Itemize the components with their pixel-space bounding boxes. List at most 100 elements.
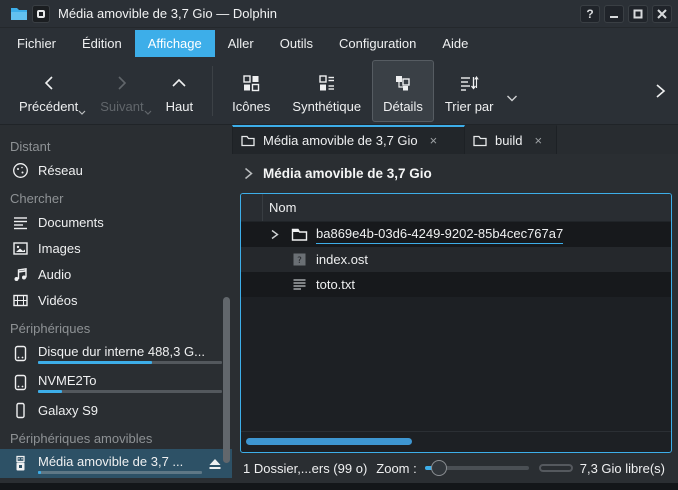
menu-fichier[interactable]: Fichier [4, 30, 69, 57]
free-space-label: 7,3 Gio libre(s) [580, 461, 665, 476]
usb-drive-icon [12, 455, 29, 472]
chevron-down-icon [144, 110, 152, 115]
sidebar-scrollbar[interactable] [223, 297, 230, 463]
sidebar-item-nvme2to[interactable]: NVME2To [0, 368, 232, 397]
minimize-button[interactable] [604, 5, 624, 23]
hard-drive-icon [12, 345, 29, 362]
compact-view-button[interactable]: Synthétique [281, 60, 372, 122]
toolbar-separator [212, 66, 213, 116]
capacity-bar [539, 464, 573, 472]
sidebar-item-audio[interactable]: Audio [0, 261, 232, 287]
expander-chevron-icon[interactable] [269, 228, 280, 241]
section-header-distant: Distant [0, 131, 232, 157]
disk-usage-bar [38, 361, 222, 364]
folder-icon [473, 135, 487, 147]
icons-view-icon [242, 71, 260, 95]
folder-icon [241, 135, 255, 147]
back-button[interactable]: Précédent [8, 60, 89, 122]
sidebar-item-disque-dur-interne[interactable]: Disque dur interne 488,3 G... [0, 339, 232, 368]
sidebar-item-documents[interactable]: Documents [0, 209, 232, 235]
menu-outils[interactable]: Outils [267, 30, 326, 57]
column-header-nom[interactable]: Nom [263, 200, 296, 215]
tab-media-amovible[interactable]: Média amovible de 3,7 Gio × [232, 125, 465, 154]
sort-by-button[interactable]: Trier par [434, 60, 505, 122]
file-row-index-ost[interactable]: ? index.ost [241, 247, 671, 272]
details-view-button[interactable]: Détails [372, 60, 434, 122]
maximize-button[interactable] [628, 5, 648, 23]
disk-usage-bar [38, 390, 222, 393]
section-header-peripheriques-amovibles: Périphériques amovibles [0, 423, 232, 449]
window-title: Média amovible de 3,7 Gio — Dolphin [58, 6, 576, 21]
zoom-slider[interactable] [425, 460, 529, 476]
toolbar-overflow-icon[interactable] [651, 79, 670, 103]
file-view: Nom ba869e4b-03d6-4249-9202-85b4cec767a7 [240, 193, 672, 453]
up-button[interactable]: Haut [155, 60, 204, 122]
file-name[interactable]: ba869e4b-03d6-4249-9202-85b4cec767a7 [316, 225, 563, 244]
file-row-toto-txt[interactable]: toto.txt [241, 272, 671, 297]
smartphone-icon [12, 402, 29, 419]
chevron-right-icon[interactable] [244, 167, 253, 180]
compact-view-icon [318, 71, 336, 95]
items-summary: 1 Dossier,...ers (99 o) [243, 461, 367, 476]
statusbar: 1 Dossier,...ers (99 o) Zoom : 7,3 Gio l… [232, 453, 678, 483]
sidebar-item-galaxy-s9[interactable]: Galaxy S9 [0, 397, 232, 423]
expander-column [241, 194, 263, 221]
chevron-down-icon [78, 110, 86, 115]
disk-usage-bar [38, 471, 202, 474]
file-rows: ba869e4b-03d6-4249-9202-85b4cec767a7 ? i… [241, 222, 671, 431]
section-header-chercher: Chercher [0, 183, 232, 209]
sort-caret-icon[interactable] [506, 95, 518, 102]
svg-text:?: ? [297, 256, 302, 266]
zoom-label: Zoom : [376, 461, 416, 476]
sidebar-item-images[interactable]: Images [0, 235, 232, 261]
document-lines-icon [12, 214, 29, 231]
unknown-file-icon: ? [291, 251, 308, 268]
tab-close-icon[interactable]: × [532, 133, 544, 148]
file-row-folder[interactable]: ba869e4b-03d6-4249-9202-85b4cec767a7 [241, 222, 671, 247]
horizontal-scrollbar-thumb[interactable] [246, 438, 412, 445]
film-icon [12, 292, 29, 309]
menubar: Fichier Édition Affichage Aller Outils C… [0, 28, 678, 58]
menu-edition[interactable]: Édition [69, 30, 135, 57]
forward-button[interactable]: Suivant [89, 60, 154, 122]
menu-affichage[interactable]: Affichage [135, 30, 215, 57]
column-header-row: Nom [241, 194, 671, 222]
sidebar-item-reseau[interactable]: Réseau [0, 157, 232, 183]
file-name[interactable]: index.ost [316, 251, 368, 268]
details-view-icon [393, 71, 413, 95]
sidebar-item-videos[interactable]: Vidéos [0, 287, 232, 313]
image-icon [12, 240, 29, 257]
file-name[interactable]: toto.txt [316, 276, 355, 293]
horizontal-scrollbar-track[interactable] [241, 431, 671, 452]
icons-view-button[interactable]: Icônes [221, 60, 281, 122]
network-icon [12, 162, 29, 179]
tab-build[interactable]: build × [465, 125, 557, 154]
menu-aller[interactable]: Aller [215, 30, 267, 57]
sidebar-item-media-amovible[interactable]: Média amovible de 3,7 ... [0, 449, 232, 478]
titlebar: Média amovible de 3,7 Gio — Dolphin ? [0, 0, 678, 28]
window-bottom-edge [0, 483, 678, 490]
menu-configuration[interactable]: Configuration [326, 30, 429, 57]
zoom-slider-handle[interactable] [431, 460, 447, 476]
tab-close-icon[interactable]: × [428, 133, 440, 148]
folder-icon [291, 226, 308, 243]
breadcrumb: Média amovible de 3,7 Gio [232, 154, 678, 193]
places-panel: Distant Réseau Chercher Documents [0, 125, 232, 483]
help-button[interactable]: ? [580, 5, 600, 23]
menu-aide[interactable]: Aide [429, 30, 481, 57]
maximize-icon [633, 9, 643, 19]
section-header-peripheriques: Périphériques [0, 313, 232, 339]
music-note-icon [12, 266, 29, 283]
breadcrumb-root[interactable]: Média amovible de 3,7 Gio [263, 166, 432, 181]
text-file-icon [291, 276, 308, 293]
tabbar: Média amovible de 3,7 Gio × build × [232, 125, 678, 154]
close-icon [657, 9, 667, 19]
folder-icon [10, 6, 28, 22]
toolbar: Précédent Suivant Haut Icônes [0, 58, 678, 125]
chevron-right-icon [113, 71, 131, 95]
close-button[interactable] [652, 5, 672, 23]
removable-media-icon [32, 5, 50, 23]
eject-icon[interactable] [208, 458, 222, 470]
hard-drive-icon [12, 374, 29, 391]
chevron-up-icon [170, 71, 188, 95]
